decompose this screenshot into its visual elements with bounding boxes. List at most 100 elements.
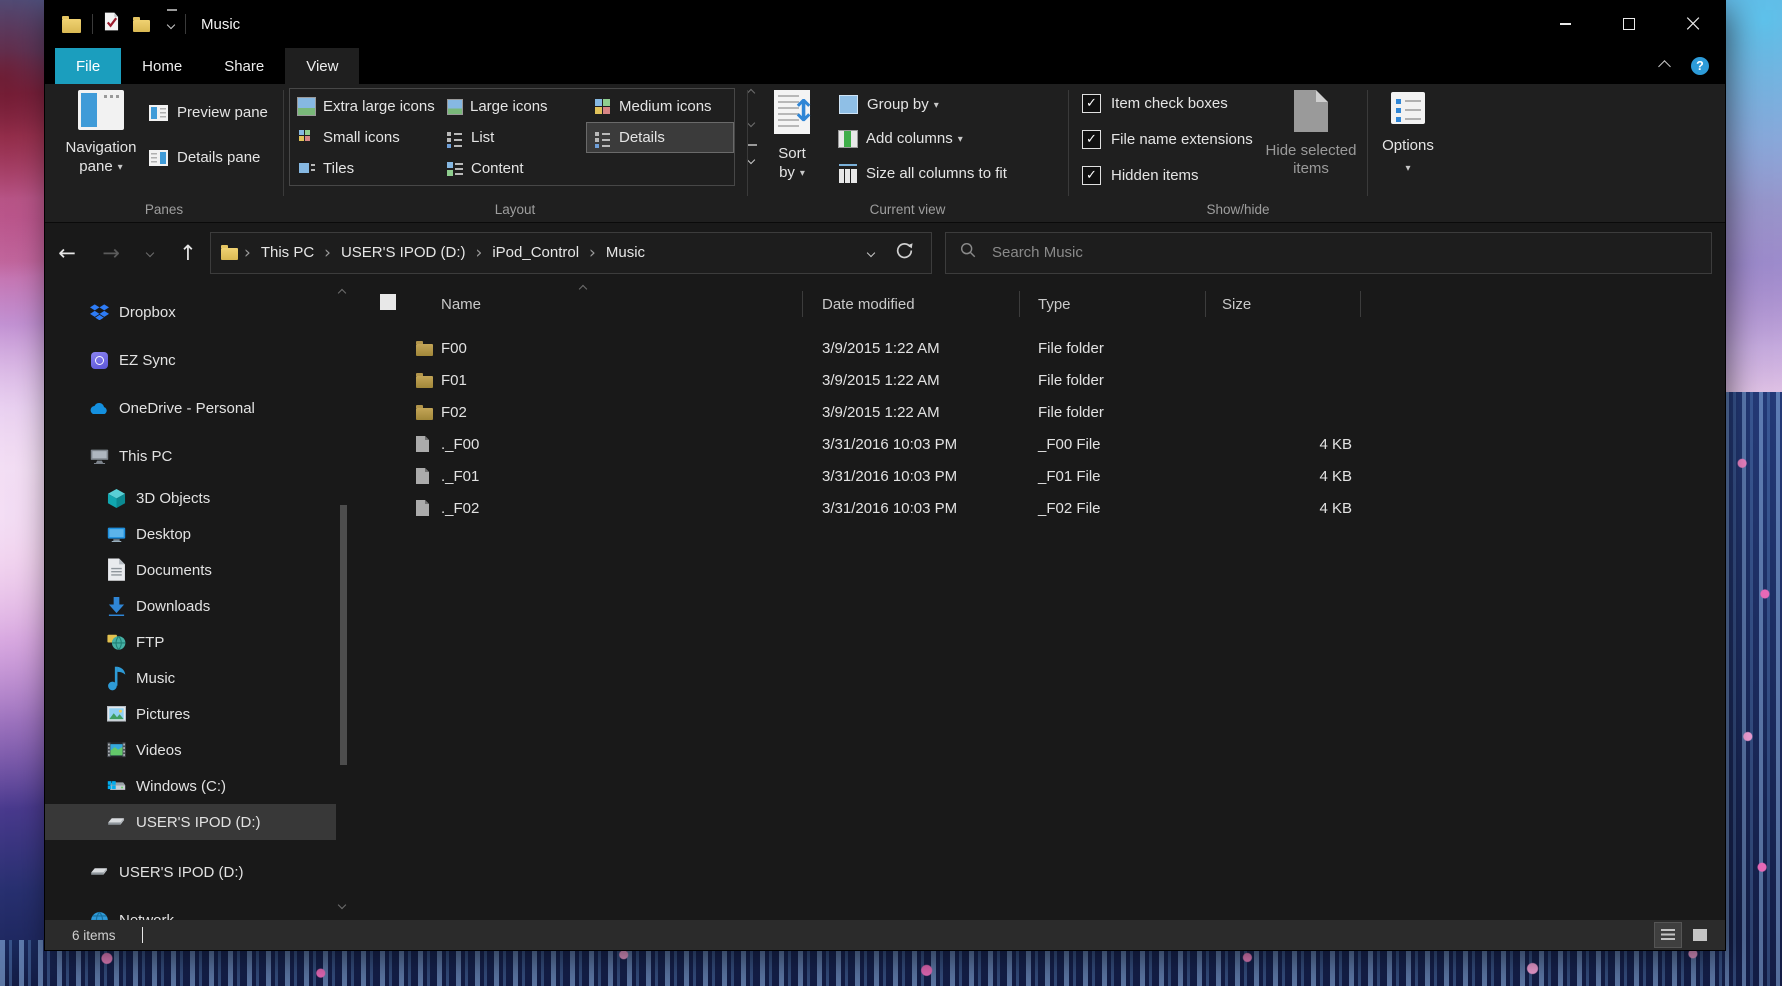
- collapse-ribbon-icon[interactable]: [1658, 60, 1671, 73]
- size-all-columns-button[interactable]: Size all columns to fit: [839, 164, 1007, 183]
- layout-option-tiles[interactable]: Tiles: [290, 153, 438, 184]
- address-bar-controls: [868, 242, 921, 263]
- scroll-up-icon[interactable]: [338, 289, 346, 297]
- address-history-caret-icon[interactable]: [867, 248, 875, 256]
- sidebar-item-downloads[interactable]: Downloads: [45, 588, 336, 624]
- file-row-f01[interactable]: F013/9/2015 1:22 AMFile folder: [355, 364, 1725, 396]
- sidebar-item-documents[interactable]: Documents: [45, 552, 336, 588]
- checkbox-item-check-boxes[interactable]: Item check boxes: [1082, 94, 1253, 113]
- column-divider[interactable]: [1360, 291, 1361, 317]
- layout-option-details[interactable]: Details: [586, 122, 734, 153]
- column-header-date-modified[interactable]: Date modified: [802, 296, 1019, 313]
- list-view-icon: [446, 129, 463, 146]
- file-row-f02[interactable]: F023/9/2015 1:22 AMFile folder: [355, 396, 1725, 428]
- select-all-checkbox[interactable]: [355, 294, 416, 314]
- sidebar-item-3d-objects[interactable]: 3D Objects: [45, 480, 336, 516]
- sidebar-scrollbar[interactable]: [336, 282, 351, 920]
- file-row-f02[interactable]: ._F023/31/2016 10:03 PM_F02 File4 KB: [355, 492, 1725, 524]
- breadcrumb-chevron-icon[interactable]: [320, 243, 335, 263]
- dropbox-icon: [89, 302, 110, 323]
- column-header-type[interactable]: Type: [1019, 296, 1205, 313]
- sidebar-item-ez-sync[interactable]: EZ Sync: [45, 336, 336, 384]
- help-icon[interactable]: [1691, 57, 1709, 75]
- minimize-button[interactable]: [1533, 0, 1597, 48]
- layout-option-content[interactable]: Content: [438, 153, 586, 184]
- close-button[interactable]: [1661, 0, 1725, 48]
- checkbox-file-name-extensions[interactable]: File name extensions: [1082, 130, 1253, 149]
- tab-view[interactable]: View: [285, 48, 359, 84]
- column-divider[interactable]: [1205, 291, 1206, 317]
- tab-home[interactable]: Home: [121, 48, 203, 84]
- sidebar-item-ftp[interactable]: FTP: [45, 624, 336, 660]
- sidebar-item-label: FTP: [136, 634, 164, 651]
- address-bar[interactable]: This PC USER'S IPOD (D:) iPod_Control Music: [210, 232, 932, 274]
- sidebar-item-user-s-ipod-d[interactable]: USER'S IPOD (D:): [45, 848, 336, 896]
- details-view-toggle[interactable]: [1655, 923, 1681, 947]
- sidebar-item-user-s-ipod-d[interactable]: USER'S IPOD (D:): [45, 804, 336, 840]
- layout-option-list[interactable]: List: [438, 122, 586, 153]
- breadcrumb-chevron-icon[interactable]: [472, 243, 487, 263]
- refresh-icon[interactable]: [896, 242, 913, 263]
- layout-option-large-icons[interactable]: Large icons: [438, 91, 586, 122]
- scroll-down-icon[interactable]: [338, 901, 346, 909]
- sidebar-item-onedrive-personal[interactable]: OneDrive - Personal: [45, 384, 336, 432]
- breadcrumb-ipod-control[interactable]: iPod_Control: [486, 244, 585, 261]
- column-divider[interactable]: [1019, 291, 1020, 317]
- column-header-size[interactable]: Size: [1205, 296, 1360, 313]
- new-folder-icon[interactable]: [133, 20, 150, 32]
- hide-selected-items-button[interactable]: Hide selected items: [1263, 90, 1359, 178]
- group-by-label: Group by: [867, 96, 939, 113]
- up-icon[interactable]: [179, 243, 197, 263]
- file-icon: [416, 468, 441, 484]
- layout-option-small-icons[interactable]: Small icons: [290, 122, 438, 153]
- sidebar-item-windows-c[interactable]: Windows (C:): [45, 768, 336, 804]
- sidebar-item-dropbox[interactable]: Dropbox: [45, 288, 336, 336]
- details-pane-button[interactable]: Details pane: [149, 149, 260, 166]
- column-divider[interactable]: [802, 291, 803, 317]
- scrollbar-thumb[interactable]: [340, 505, 347, 765]
- add-columns-icon: [839, 131, 857, 147]
- layout-option-extra-large-icons[interactable]: Extra large icons: [290, 91, 438, 122]
- sidebar-item-desktop[interactable]: Desktop: [45, 516, 336, 552]
- titlebar-divider: [92, 14, 93, 34]
- item-count: 6 items: [72, 928, 116, 943]
- layout-option-label: Extra large icons: [323, 98, 435, 115]
- navigation-pane-button[interactable]: Navigation pane: [57, 90, 145, 178]
- file-row-f00[interactable]: F003/9/2015 1:22 AMFile folder: [355, 332, 1725, 364]
- desktop-icon: [106, 524, 127, 545]
- thumbnails-view-toggle[interactable]: [1687, 923, 1713, 947]
- file-row-f00[interactable]: ._F003/31/2016 10:03 PM_F00 File4 KB: [355, 428, 1725, 460]
- search-box[interactable]: [945, 232, 1712, 274]
- recent-locations-caret-icon[interactable]: [145, 248, 153, 256]
- sidebar-item-music[interactable]: Music: [45, 660, 336, 696]
- breadcrumb-user-s-ipod-d[interactable]: USER'S IPOD (D:): [335, 244, 472, 261]
- group-by-button[interactable]: Group by: [839, 95, 939, 114]
- file-row-f01[interactable]: ._F013/31/2016 10:03 PM_F01 File4 KB: [355, 460, 1725, 492]
- sidebar-item-network[interactable]: Network: [45, 896, 336, 920]
- forward-icon[interactable]: [102, 243, 120, 263]
- file-type: File folder: [1019, 404, 1205, 421]
- tab-file[interactable]: File: [55, 48, 121, 84]
- sidebar-item-pictures[interactable]: Pictures: [45, 696, 336, 732]
- customize-quick-access-caret-icon[interactable]: [168, 15, 174, 33]
- options-button[interactable]: Options: [1375, 92, 1441, 178]
- breadcrumb-chevron-icon[interactable]: [240, 243, 255, 263]
- checkbox-hidden-items[interactable]: Hidden items: [1082, 166, 1253, 185]
- maximize-button[interactable]: [1597, 0, 1661, 48]
- back-icon[interactable]: [58, 243, 76, 263]
- column-header-name[interactable]: Name: [441, 296, 802, 313]
- layout-option-label: Content: [471, 160, 524, 177]
- sidebar-item-videos[interactable]: Videos: [45, 732, 336, 768]
- breadcrumb-this-pc[interactable]: This PC: [255, 244, 320, 261]
- sidebar-item-this-pc[interactable]: This PC: [45, 432, 336, 480]
- tab-share[interactable]: Share: [203, 48, 285, 84]
- sort-by-button[interactable]: Sort by: [757, 90, 827, 184]
- search-input[interactable]: [990, 243, 1697, 262]
- breadcrumb-chevron-icon[interactable]: [585, 243, 600, 263]
- desktop-wallpaper: Music FileHomeShareView Navigation pane: [0, 0, 1782, 986]
- add-columns-button[interactable]: Add columns: [839, 130, 963, 147]
- breadcrumb-music[interactable]: Music: [600, 244, 651, 261]
- properties-icon[interactable]: [104, 12, 119, 36]
- preview-pane-button[interactable]: Preview pane: [149, 104, 268, 121]
- layout-option-medium-icons[interactable]: Medium icons: [586, 91, 734, 122]
